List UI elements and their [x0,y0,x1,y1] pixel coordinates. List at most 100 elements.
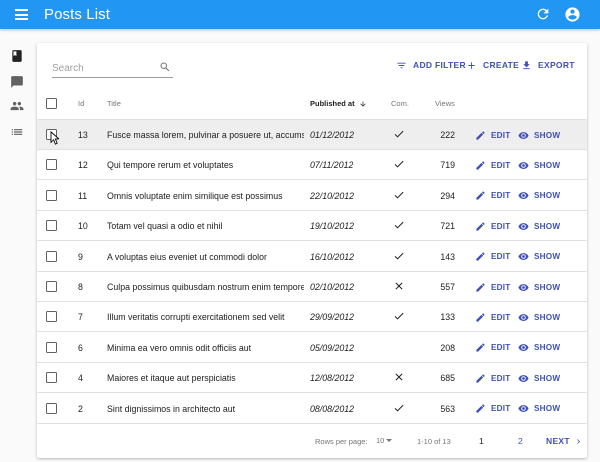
add-icon [468,61,475,69]
account-circle-icon[interactable] [564,6,581,23]
edit-button[interactable]: EDIT [475,333,510,363]
add-filter-label: ADD FILTER [413,60,466,70]
show-button[interactable]: SHOW [518,181,560,211]
check-icon [394,191,404,199]
comment-icon[interactable] [10,75,24,89]
edit-button[interactable]: EDIT [475,181,510,211]
table-row[interactable]: 10 Totam vel quasi a odio et nihil 19/10… [37,211,587,242]
row-checkbox[interactable] [46,402,57,414]
rows-per-page-label: Rows per page: [315,437,368,446]
show-button[interactable]: SHOW [518,242,560,272]
search-input[interactable] [52,59,152,78]
edit-label: EDIT [491,282,511,292]
cell-published-at: 16/10/2012 [310,251,355,262]
eye-icon [518,374,529,382]
eye-icon [518,161,529,169]
cell-title: Omnis voluptate enim similique est possi… [107,190,283,201]
edit-button[interactable]: EDIT [475,272,510,302]
cell-views: 208 [440,342,455,353]
column-header-title[interactable]: Title [107,88,121,120]
edit-button[interactable]: EDIT [475,120,510,150]
list-icon[interactable] [10,125,24,139]
show-button[interactable]: SHOW [518,394,560,424]
table-row[interactable]: 12 Qui tempore rerum et voluptates 07/11… [37,150,587,181]
table-row[interactable]: 13 Fusce massa lorem, pulvinar a posuere… [37,120,587,150]
edit-button[interactable]: EDIT [475,242,510,272]
add-filter-button[interactable]: ADD FILTER [396,58,466,72]
table-row[interactable]: 2 Sint dignissimos in architecto aut 08/… [37,394,587,424]
search-field [52,58,173,78]
book-icon[interactable] [10,49,24,63]
table-row[interactable]: 8 Culpa possimus quibusdam nostrum enim … [37,272,587,302]
cell-title: Qui tempore rerum et voluptates [107,160,234,171]
show-label: SHOW [534,252,561,262]
row-checkbox[interactable] [46,250,57,262]
edit-button[interactable]: EDIT [475,363,510,393]
cell-title: Fusce massa lorem, pulvinar a posuere ut… [107,130,304,140]
cell-views: 563 [440,403,455,414]
menu-icon[interactable] [15,9,28,20]
row-checkbox[interactable] [46,341,57,353]
search-icon [160,62,170,72]
published-at-label: Published at [310,99,355,108]
cell-views: 222 [440,130,455,140]
cell-title: Totam vel quasi a odio et nihil [107,221,223,232]
cell-id: 12 [78,160,88,171]
cell-published-at: 07/11/2012 [310,160,354,171]
next-label: NEXT [546,436,570,446]
edit-label: EDIT [491,191,511,201]
cell-title: Maiores et itaque aut perspiciatis [107,373,236,384]
column-header-views[interactable]: Views [435,88,455,120]
page-button-2[interactable]: 2 [518,436,523,446]
table-row[interactable]: 4 Maiores et itaque aut perspiciatis 12/… [37,363,587,394]
page-button-1[interactable]: 1 [479,436,484,446]
table-row[interactable]: 9 A voluptas eius eveniet ut commodi dol… [37,242,587,272]
cell-published-at: 08/08/2012 [310,403,355,414]
cell-id: 13 [78,130,88,140]
eye-icon [518,131,529,139]
create-button[interactable]: CREATE [466,58,519,72]
show-button[interactable]: SHOW [518,120,560,150]
column-header-id[interactable]: Id [78,88,84,120]
show-button[interactable]: SHOW [518,333,560,363]
cell-id: 4 [78,373,83,384]
eye-icon [518,222,529,230]
edit-icon [476,343,485,352]
column-header-commentable[interactable]: Com. [391,88,409,120]
row-checkbox[interactable] [46,311,57,323]
edit-label: EDIT [491,404,511,414]
edit-label: EDIT [491,373,511,383]
check-icon [394,221,404,229]
row-checkbox[interactable] [46,281,57,292]
edit-button[interactable]: EDIT [475,150,510,180]
table-row[interactable]: 6 Minima ea vero omnis odit officiis aut… [37,333,587,363]
table-row[interactable]: 7 Illum veritatis corrupti exercitatione… [37,302,587,333]
refresh-icon[interactable] [535,6,551,22]
cell-published-at: 01/12/2012 [310,130,355,140]
show-button[interactable]: SHOW [518,211,560,241]
show-button[interactable]: SHOW [518,302,560,332]
show-button[interactable]: SHOW [518,272,560,302]
show-button[interactable]: SHOW [518,363,560,393]
edit-label: EDIT [491,160,511,170]
row-checkbox[interactable] [46,220,57,232]
edit-label: EDIT [491,252,511,262]
column-header-published-at[interactable]: Published at [310,88,367,120]
select-all-checkbox[interactable] [46,98,57,109]
show-button[interactable]: SHOW [518,150,560,180]
edit-button[interactable]: EDIT [475,302,510,332]
edit-button[interactable]: EDIT [475,211,510,241]
row-checkbox[interactable] [46,372,57,384]
next-page-button[interactable]: NEXT [546,436,583,446]
table-row[interactable]: 11 Omnis voluptate enim similique est po… [37,181,587,211]
close-icon [395,373,403,381]
row-checkbox[interactable] [46,189,57,201]
export-button[interactable]: EXPORT [521,58,575,72]
check-icon [394,252,404,260]
edit-button[interactable]: EDIT [475,394,510,424]
people-icon[interactable] [10,99,24,113]
row-checkbox[interactable] [46,159,57,171]
cell-views: 294 [440,190,455,201]
rows-per-page-select[interactable]: 10 [376,436,393,445]
eye-icon [518,253,529,261]
